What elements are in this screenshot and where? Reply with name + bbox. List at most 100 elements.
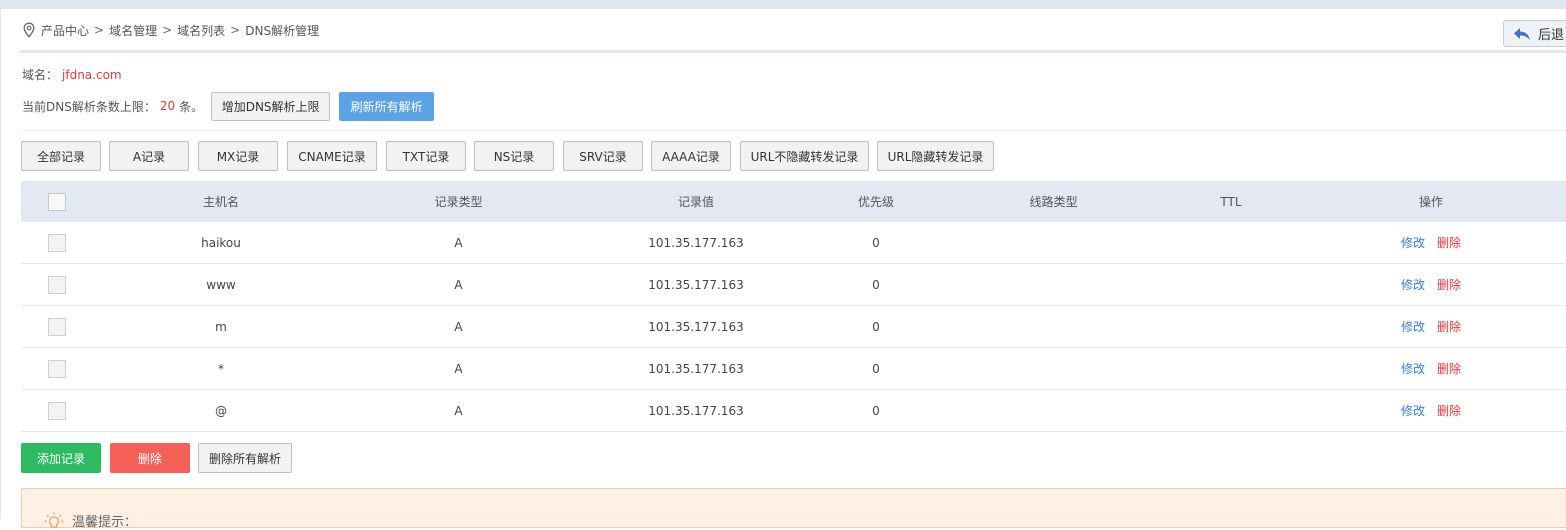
limit-prefix: 当前DNS解析条数上限： (22, 99, 156, 114)
column-header-actions: 操作 (1418, 195, 1443, 209)
cell-type: A (454, 403, 463, 418)
edit-link[interactable]: 修改 (1401, 234, 1425, 251)
cell-line (971, 348, 1136, 389)
cell-ttl (1151, 222, 1311, 263)
cell-host: www (206, 277, 236, 292)
cell-priority: 0 (872, 235, 880, 250)
cell-line (971, 390, 1136, 431)
cell-host: m (215, 319, 227, 334)
cell-actions: 修改 删除 (1351, 390, 1511, 431)
cell-host: @ (215, 403, 227, 418)
breadcrumb-item-product-center[interactable]: 产品中心 (41, 22, 89, 39)
edit-link[interactable]: 修改 (1401, 318, 1425, 335)
filter-url-forward[interactable]: URL不隐藏转发记录 (740, 141, 869, 171)
filter-srv[interactable]: SRV记录 (563, 141, 643, 171)
column-header-line: 线路类型 (1029, 195, 1078, 209)
refresh-all-button[interactable]: 刷新所有解析 (339, 91, 435, 121)
delete-link[interactable]: 删除 (1437, 360, 1461, 377)
delete-link[interactable]: 删除 (1437, 402, 1461, 419)
breadcrumb-separator: > (94, 23, 105, 37)
column-header-priority: 优先级 (857, 195, 894, 209)
edit-link[interactable]: 修改 (1401, 360, 1425, 377)
column-header-ttl: TTL (1220, 194, 1242, 209)
cell-value: 101.35.177.163 (648, 403, 744, 418)
cell-ttl (1151, 306, 1311, 347)
back-arrow-icon (1514, 27, 1530, 40)
row-checkbox[interactable] (48, 359, 66, 378)
breadcrumb-underline (20, 50, 1566, 53)
cell-ttl (1151, 264, 1311, 305)
limit-count: 20 (159, 99, 176, 113)
location-pin-icon (22, 22, 36, 38)
delete-link[interactable]: 删除 (1437, 234, 1461, 251)
cell-actions: 修改 删除 (1351, 348, 1511, 389)
breadcrumb-separator: > (230, 23, 241, 37)
cell-line (971, 264, 1136, 305)
delete-link[interactable]: 删除 (1437, 318, 1461, 335)
column-header-value: 记录值 (677, 195, 714, 209)
increase-limit-button[interactable]: 增加DNS解析上限 (211, 91, 331, 121)
limit-suffix: 条。 (179, 99, 204, 114)
back-button[interactable]: 后退 (1503, 20, 1566, 47)
domain-label: 域名： (22, 68, 59, 82)
cell-value: 101.35.177.163 (648, 361, 744, 376)
tip-title: 温馨提示： (44, 511, 137, 530)
top-bar (0, 0, 1566, 9)
cell-type: A (454, 235, 463, 250)
cell-ttl (1151, 348, 1311, 389)
breadcrumb-item-domain-list[interactable]: 域名列表 (177, 22, 225, 39)
breadcrumb-separator: > (162, 23, 173, 37)
cell-actions: 修改 删除 (1351, 306, 1511, 347)
cell-value: 101.35.177.163 (648, 277, 744, 292)
select-all-checkbox[interactable] (48, 192, 66, 211)
domain-value: jfdna.com (62, 68, 122, 82)
tip-title-text: 温馨提示： (72, 515, 138, 530)
cell-type: A (454, 277, 463, 292)
dns-records-table: 主机名 记录类型 记录值 优先级 线路类型 TTL 操作 haikou A 10… (21, 181, 1566, 432)
cell-ttl (1151, 390, 1311, 431)
row-checkbox[interactable] (48, 233, 66, 252)
cell-line (971, 222, 1136, 263)
cell-priority: 0 (872, 277, 880, 292)
filter-all[interactable]: 全部记录 (21, 141, 101, 171)
add-record-button[interactable]: 添加记录 (21, 443, 101, 473)
left-border (0, 9, 1, 519)
cell-type: A (454, 319, 463, 334)
filter-cname[interactable]: CNAME记录 (287, 141, 377, 171)
table-row: haikou A 101.35.177.163 0 修改 删除 (21, 222, 1566, 264)
delete-link[interactable]: 删除 (1437, 276, 1461, 293)
cell-value: 101.35.177.163 (648, 319, 744, 334)
column-header-host: 主机名 (202, 195, 239, 209)
back-button-label: 后退 (1538, 28, 1565, 43)
row-checkbox[interactable] (48, 401, 66, 420)
cell-host: haikou (201, 235, 241, 250)
filter-url-hidden-forward[interactable]: URL隐藏转发记录 (877, 141, 994, 171)
tip-box: 温馨提示： (21, 488, 1566, 530)
filter-txt[interactable]: TXT记录 (386, 141, 466, 171)
filter-a[interactable]: A记录 (109, 141, 189, 171)
table-header: 主机名 记录类型 记录值 优先级 线路类型 TTL 操作 (21, 181, 1566, 222)
filter-mx[interactable]: MX记录 (198, 141, 278, 171)
breadcrumb-item-domain-management[interactable]: 域名管理 (109, 22, 157, 39)
cell-value: 101.35.177.163 (648, 235, 744, 250)
edit-link[interactable]: 修改 (1401, 276, 1425, 293)
filter-aaaa[interactable]: AAAA记录 (651, 141, 731, 171)
table-row: @ A 101.35.177.163 0 修改 删除 (21, 390, 1566, 432)
row-checkbox[interactable] (48, 317, 66, 336)
cell-type: A (454, 361, 463, 376)
delete-all-button[interactable]: 删除所有解析 (198, 443, 292, 473)
cell-priority: 0 (872, 403, 880, 418)
cell-priority: 0 (872, 361, 880, 376)
cell-actions: 修改 删除 (1351, 222, 1511, 263)
domain-info: 域名： jfdna.com (22, 67, 122, 83)
row-checkbox[interactable] (48, 275, 66, 294)
column-header-type: 记录类型 (434, 195, 483, 209)
dns-limit-info: 当前DNS解析条数上限： 20 条。 增加DNS解析上限 刷新所有解析 (22, 91, 435, 121)
breadcrumb-item-dns-management: DNS解析管理 (245, 23, 320, 38)
cell-host: * (218, 361, 224, 376)
delete-selected-button[interactable]: 删除 (110, 443, 190, 473)
cell-priority: 0 (872, 319, 880, 334)
filter-ns[interactable]: NS记录 (474, 141, 554, 171)
divider (20, 130, 1566, 131)
edit-link[interactable]: 修改 (1401, 402, 1425, 419)
